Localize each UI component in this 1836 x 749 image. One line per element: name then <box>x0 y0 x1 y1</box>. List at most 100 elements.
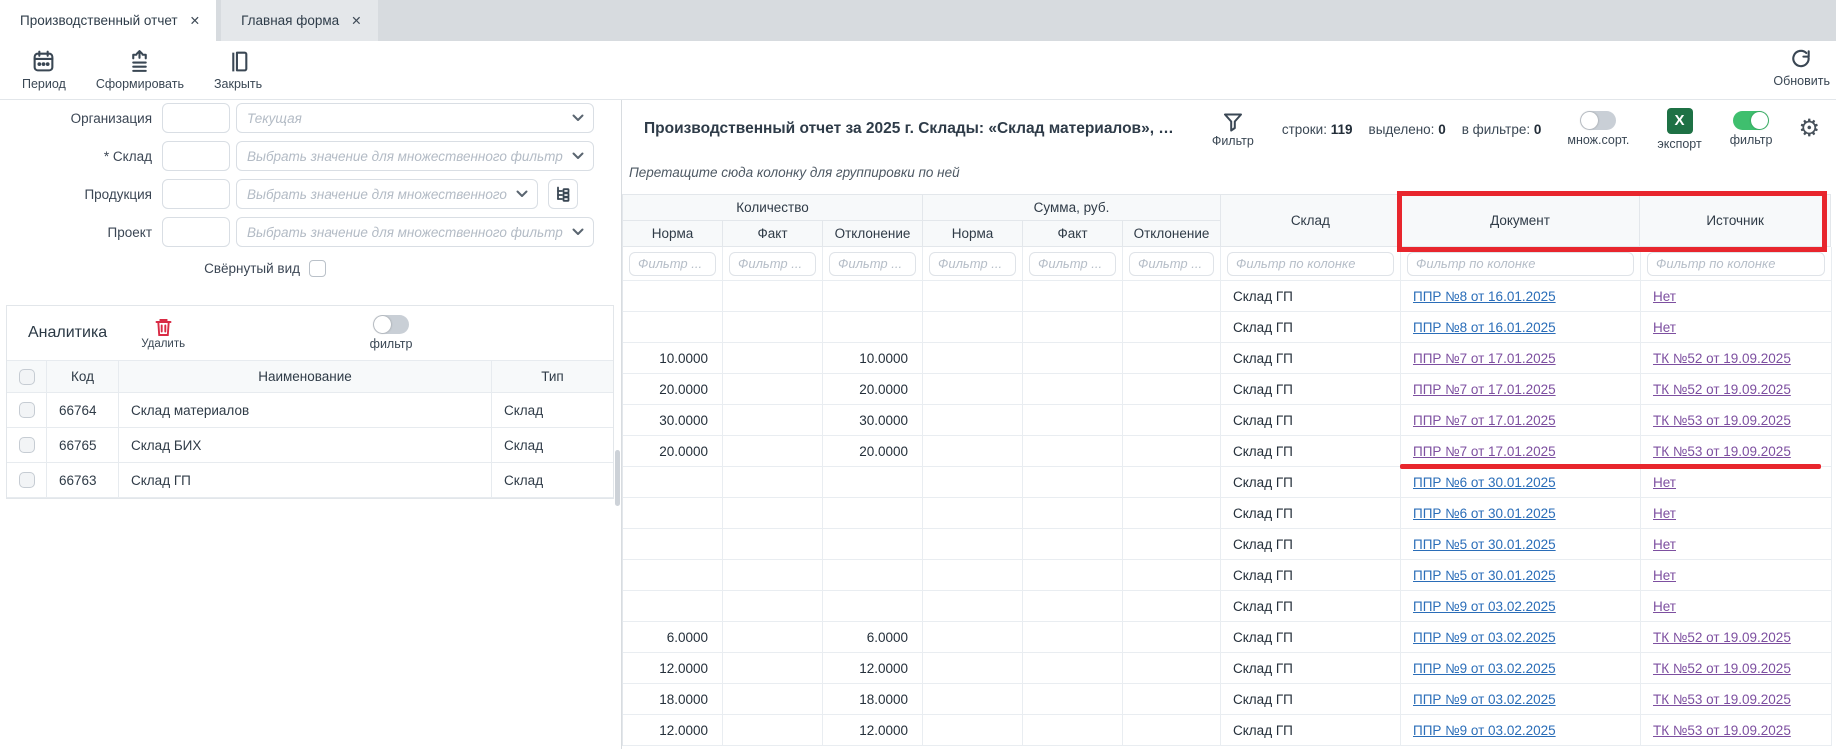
close-button[interactable]: Закрыть <box>214 49 262 91</box>
sum-group-header[interactable]: Сумма, руб. <box>923 195 1221 221</box>
organization-select[interactable]: Текущая <box>236 103 594 133</box>
source-link[interactable]: Нет <box>1653 599 1676 614</box>
table-row[interactable]: Склад ГПППР №8 от 16.01.2025Нет <box>623 281 1831 312</box>
filter-input-qty-deviation[interactable] <box>829 252 916 276</box>
document-link[interactable]: ППР №6 от 30.01.2025 <box>1413 506 1556 521</box>
sum-deviation-header[interactable]: Отклонение <box>1123 221 1221 247</box>
sum-norm-header[interactable]: Норма <box>923 221 1023 247</box>
source-link[interactable]: Нет <box>1653 568 1676 583</box>
source-link[interactable]: Нет <box>1653 289 1676 304</box>
analytics-row[interactable]: 66765 Склад БИХ Склад <box>7 428 613 463</box>
filter-input-document[interactable] <box>1407 252 1634 276</box>
warehouse-select[interactable]: Выбрать значение для множественного филь… <box>236 141 594 171</box>
document-link[interactable]: ППР №5 от 30.01.2025 <box>1413 568 1556 583</box>
table-row[interactable]: 10.000010.0000Склад ГПППР №7 от 17.01.20… <box>623 343 1831 374</box>
export-button[interactable]: X экспорт <box>1657 108 1701 151</box>
filter-input-qty-fact[interactable] <box>729 252 816 276</box>
source-link[interactable]: ТК №53 от 19.09.2025 <box>1653 444 1791 459</box>
project-code-input[interactable] <box>162 217 230 247</box>
select-all-checkbox[interactable] <box>19 369 35 385</box>
row-checkbox[interactable] <box>19 437 35 453</box>
document-link[interactable]: ППР №9 от 03.02.2025 <box>1413 692 1556 707</box>
filter-input-sum-fact[interactable] <box>1029 252 1116 276</box>
generate-button[interactable]: Сформировать <box>96 49 184 91</box>
tab-production-report[interactable]: Производственный отчет ✕ <box>0 0 216 41</box>
close-icon[interactable]: ✕ <box>190 13 200 28</box>
document-link[interactable]: ППР №7 от 17.01.2025 <box>1413 413 1556 428</box>
document-link[interactable]: ППР №8 от 16.01.2025 <box>1413 320 1556 335</box>
analytics-row[interactable]: 66763 Склад ГП Склад <box>7 463 613 498</box>
qty-fact-header[interactable]: Факт <box>723 221 823 247</box>
filter-input-warehouse[interactable] <box>1227 252 1394 276</box>
document-link[interactable]: ППР №9 от 03.02.2025 <box>1413 599 1556 614</box>
source-link[interactable]: ТК №53 от 19.09.2025 <box>1653 413 1791 428</box>
filter-input-sum-deviation[interactable] <box>1129 252 1214 276</box>
document-header[interactable]: Документ <box>1401 195 1641 247</box>
row-checkbox[interactable] <box>19 472 35 488</box>
delete-button[interactable]: Удалить <box>141 317 185 350</box>
warehouse-code-input[interactable] <box>162 141 230 171</box>
organization-code-input[interactable] <box>162 103 230 133</box>
source-link[interactable]: ТК №52 от 19.09.2025 <box>1653 630 1791 645</box>
table-row[interactable]: 30.000030.0000Склад ГПППР №7 от 17.01.20… <box>623 405 1831 436</box>
table-row[interactable]: 12.000012.0000Склад ГПППР №9 от 03.02.20… <box>623 653 1831 684</box>
tab-main-form[interactable]: Главная форма ✕ <box>221 0 378 41</box>
production-code-input[interactable] <box>162 179 230 209</box>
source-link[interactable]: Нет <box>1653 475 1676 490</box>
row-checkbox[interactable] <box>19 402 35 418</box>
table-row[interactable]: Склад ГПППР №6 от 30.01.2025Нет <box>623 498 1831 529</box>
refresh-button[interactable]: Обновить <box>1773 48 1830 88</box>
table-filter-toggle[interactable] <box>1733 111 1769 130</box>
cell-document: ППР №6 от 30.01.2025 <box>1401 498 1641 529</box>
sum-fact-header[interactable]: Факт <box>1023 221 1123 247</box>
document-link[interactable]: ППР №9 от 03.02.2025 <box>1413 630 1556 645</box>
table-row[interactable]: Склад ГПППР №9 от 03.02.2025Нет <box>623 591 1831 622</box>
panel-scrollbar-thumb[interactable] <box>615 450 620 506</box>
project-select[interactable]: Выбрать значение для множественного филь… <box>236 217 594 247</box>
cell-qty-norm <box>623 467 723 498</box>
document-link[interactable]: ППР №8 от 16.01.2025 <box>1413 289 1556 304</box>
close-icon[interactable]: ✕ <box>351 13 361 28</box>
qty-norm-header[interactable]: Норма <box>623 221 723 247</box>
filter-input-qty-norm[interactable] <box>629 252 716 276</box>
document-link[interactable]: ППР №5 от 30.01.2025 <box>1413 537 1556 552</box>
filter-input-source[interactable] <box>1647 252 1825 276</box>
table-row[interactable]: 20.000020.0000Склад ГПППР №7 от 17.01.20… <box>623 436 1831 467</box>
analytics-filter-toggle[interactable] <box>373 315 409 334</box>
document-link[interactable]: ППР №7 от 17.01.2025 <box>1413 351 1556 366</box>
qty-deviation-header[interactable]: Отклонение <box>823 221 923 247</box>
source-link[interactable]: ТК №53 от 19.09.2025 <box>1653 692 1791 707</box>
filter-button[interactable]: Фильтр <box>1212 111 1254 148</box>
document-link[interactable]: ППР №7 от 17.01.2025 <box>1413 444 1556 459</box>
source-link[interactable]: ТК №52 от 19.09.2025 <box>1653 661 1791 676</box>
table-row[interactable]: Склад ГПППР №5 от 30.01.2025Нет <box>623 529 1831 560</box>
quantity-group-header[interactable]: Количество <box>623 195 923 221</box>
table-row[interactable]: Склад ГПППР №8 от 16.01.2025Нет <box>623 312 1831 343</box>
analytics-row[interactable]: 66764 Склад материалов Склад <box>7 393 613 428</box>
source-link[interactable]: ТК №52 от 19.09.2025 <box>1653 351 1791 366</box>
period-button[interactable]: Период <box>22 49 66 91</box>
table-row[interactable]: 6.00006.0000Склад ГПППР №9 от 03.02.2025… <box>623 622 1831 653</box>
production-tree-button[interactable] <box>548 179 578 209</box>
document-link[interactable]: ППР №6 от 30.01.2025 <box>1413 475 1556 490</box>
gear-icon[interactable]: ⚙ <box>1798 117 1820 141</box>
source-header[interactable]: Источник <box>1640 195 1831 247</box>
production-select[interactable]: Выбрать значение для множественного фи <box>236 179 538 209</box>
source-link[interactable]: ТК №53 от 19.09.2025 <box>1653 723 1791 738</box>
document-link[interactable]: ППР №9 от 03.02.2025 <box>1413 661 1556 676</box>
source-link[interactable]: Нет <box>1653 320 1676 335</box>
warehouse-header[interactable]: Склад <box>1221 195 1401 247</box>
table-row[interactable]: Склад ГПППР №6 от 30.01.2025Нет <box>623 467 1831 498</box>
source-link[interactable]: Нет <box>1653 506 1676 521</box>
filter-input-sum-norm[interactable] <box>929 252 1016 276</box>
collapsed-view-checkbox[interactable] <box>309 260 326 277</box>
table-row[interactable]: 20.000020.0000Склад ГПППР №7 от 17.01.20… <box>623 374 1831 405</box>
document-link[interactable]: ППР №9 от 03.02.2025 <box>1413 723 1556 738</box>
source-link[interactable]: ТК №52 от 19.09.2025 <box>1653 382 1791 397</box>
table-row[interactable]: Склад ГПППР №5 от 30.01.2025Нет <box>623 560 1831 591</box>
multisort-toggle[interactable] <box>1580 111 1616 130</box>
document-link[interactable]: ППР №7 от 17.01.2025 <box>1413 382 1556 397</box>
table-row[interactable]: 18.000018.0000Склад ГПППР №9 от 03.02.20… <box>623 684 1831 715</box>
source-link[interactable]: Нет <box>1653 537 1676 552</box>
table-row[interactable]: 12.000012.0000Склад ГПППР №9 от 03.02.20… <box>623 715 1831 746</box>
